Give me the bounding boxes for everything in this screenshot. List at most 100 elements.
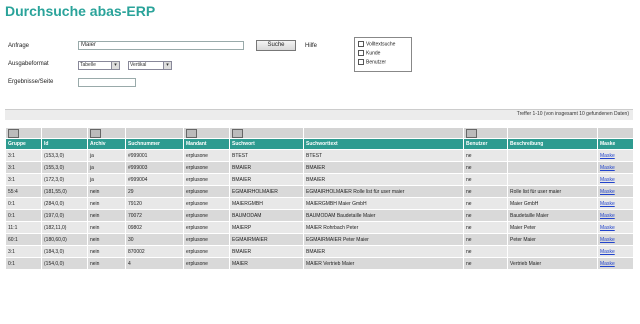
maske-link[interactable]: Maske — [597, 173, 634, 186]
ausgabeformat-label: Ausgabeformat — [8, 61, 49, 67]
table-row[interactable]: 11:1 (182,11,0) nein 09802 erplusone MAIERP MA… — [5, 221, 634, 234]
table-cell: Maier Peter — [507, 221, 598, 234]
table-cell: ne — [463, 149, 508, 162]
ergebnisse-input[interactable] — [78, 78, 136, 87]
maske-link[interactable]: Maske — [597, 257, 634, 270]
column-header[interactable]: Mandant — [183, 138, 230, 150]
table-cell: ja — [87, 149, 126, 162]
table-cell: 0:1 — [5, 197, 42, 210]
table-cell: nein — [87, 209, 126, 222]
checkbox-icon[interactable] — [358, 50, 364, 56]
table-cell: erplusone — [183, 173, 230, 186]
checkbox-icon[interactable] — [358, 59, 364, 65]
format-select[interactable]: Tabelle ▾ — [78, 61, 120, 70]
table-cell: 3:1 — [5, 245, 42, 258]
table-cell: 30 — [125, 233, 184, 246]
table-cell: 0:1 — [5, 209, 42, 222]
option-benutzer[interactable]: Benutzer — [358, 59, 386, 65]
sort-icon[interactable] — [232, 128, 243, 138]
table-cell: MAIERGMBH Maier GmbH — [303, 197, 464, 210]
sort-icon[interactable] — [186, 128, 197, 138]
table-cell: nein — [87, 221, 126, 234]
maske-link[interactable]: Maske — [597, 221, 634, 234]
sort-icon[interactable] — [90, 128, 101, 138]
table-cell: nein — [87, 245, 126, 258]
table-cell: ne — [463, 257, 508, 270]
table-row[interactable]: 3:1 (184,3,0) nein 870002 erplusone BMAIER BMA… — [5, 245, 634, 258]
column-header[interactable]: Suchworttext — [303, 138, 464, 150]
table-cell: (182,11,0) — [41, 221, 88, 234]
table-cell: 3:1 — [5, 161, 42, 174]
table-cell: BTEST — [303, 149, 464, 162]
table-cell: Peter Maier — [507, 233, 598, 246]
table-cell: 29 — [125, 185, 184, 198]
table-cell: Maier GmbH — [507, 197, 598, 210]
column-header[interactable]: Benutzer — [463, 138, 508, 150]
column-header[interactable]: Suchnummer — [125, 138, 184, 150]
table-cell: erplusone — [183, 197, 230, 210]
column-header[interactable]: Suchwort — [229, 138, 304, 150]
table-cell: ne — [463, 161, 508, 174]
column-header[interactable]: Id — [41, 138, 88, 150]
table-cell: BTEST — [229, 149, 304, 162]
table-cell: (284,0,0) — [41, 197, 88, 210]
maske-link[interactable]: Maske — [597, 161, 634, 174]
hilfe-link[interactable]: Hilfe — [305, 43, 317, 49]
maske-link[interactable]: Maske — [597, 209, 634, 222]
table-row[interactable]: 3:1 (153,3,0) ja #999001 erplusone BTEST BTEST… — [5, 149, 634, 162]
table-row[interactable]: 60:1 (180,60,0) nein 30 erplusone EGMAIRMAIER… — [5, 233, 634, 246]
table-cell: erplusone — [183, 233, 230, 246]
sort-icon[interactable] — [466, 128, 477, 138]
sort-icon[interactable] — [8, 128, 19, 138]
table-cell: 3:1 — [5, 173, 42, 186]
table-row[interactable]: 0:1 (197,0,0) nein 70072 erplusone BAUMODAM BA… — [5, 209, 634, 222]
column-header[interactable]: Beschreibung — [507, 138, 598, 150]
results-table: Gruppe Id Archiv Suchnummer Mandant Suchwort S… — [5, 127, 634, 270]
maske-link[interactable]: Maske — [597, 185, 634, 198]
table-cell: #999001 — [125, 149, 184, 162]
table-cell: EGMAIRMAIER — [229, 233, 304, 246]
maske-link[interactable]: Maske — [597, 149, 634, 162]
checkbox-icon[interactable] — [358, 41, 364, 47]
table-cell: nein — [87, 233, 126, 246]
table-cell: nein — [87, 197, 126, 210]
table-cell: BMAIER — [229, 161, 304, 174]
table-cell — [507, 245, 598, 258]
suche-button[interactable]: Suche — [256, 40, 296, 51]
table-row[interactable]: 55:4 (181,55,0) nein 29 erplusone EGMAIRHOLMA… — [5, 185, 634, 198]
table-cell — [507, 161, 598, 174]
column-header[interactable]: Maske — [597, 138, 634, 150]
table-cell: #999004 — [125, 173, 184, 186]
table-row[interactable]: 0:1 (284,0,0) nein 79120 erplusone MAIERGMBH M… — [5, 197, 634, 210]
table-cell: ne — [463, 173, 508, 186]
table-cell: erplusone — [183, 149, 230, 162]
table-cell: #999003 — [125, 161, 184, 174]
table-cell: (154,0,0) — [41, 257, 88, 270]
table-cell — [507, 149, 598, 162]
table-cell: nein — [87, 185, 126, 198]
format-select-2[interactable]: Vertikal ▾ — [128, 61, 172, 70]
table-row[interactable]: 0:1 (154,0,0) nein 4 erplusone MAIER MAIER Ver… — [5, 257, 634, 270]
table-cell: 4 — [125, 257, 184, 270]
table-cell: nein — [87, 257, 126, 270]
option-kunde[interactable]: Kunde — [358, 50, 380, 56]
table-cell: 0:1 — [5, 257, 42, 270]
format-select-2-value: Vertikal — [130, 62, 147, 68]
table-cell: MAIER Vertrieb Maier — [303, 257, 464, 270]
table-cell: BMAIER — [303, 245, 464, 258]
table-row[interactable]: 3:1 (155,3,0) ja #999003 erplusone BMAIER BMAI… — [5, 161, 634, 174]
table-cell: (172,3,0) — [41, 173, 88, 186]
format-select-value: Tabelle — [80, 62, 96, 68]
maske-link[interactable]: Maske — [597, 197, 634, 210]
table-row[interactable]: 3:1 (172,3,0) ja #999004 erplusone BMAIER BMAI… — [5, 173, 634, 186]
option-volltextsuche[interactable]: Volltextsuche — [358, 41, 395, 47]
maske-link[interactable]: Maske — [597, 245, 634, 258]
table-cell: (180,60,0) — [41, 233, 88, 246]
maske-link[interactable]: Maske — [597, 233, 634, 246]
column-header[interactable]: Archiv — [87, 138, 126, 150]
table-cell: MAIERP — [229, 221, 304, 234]
anfrage-input[interactable]: Maier — [78, 41, 244, 50]
table-cell: (181,55,0) — [41, 185, 88, 198]
column-header[interactable]: Gruppe — [5, 138, 42, 150]
table-cell: ne — [463, 245, 508, 258]
